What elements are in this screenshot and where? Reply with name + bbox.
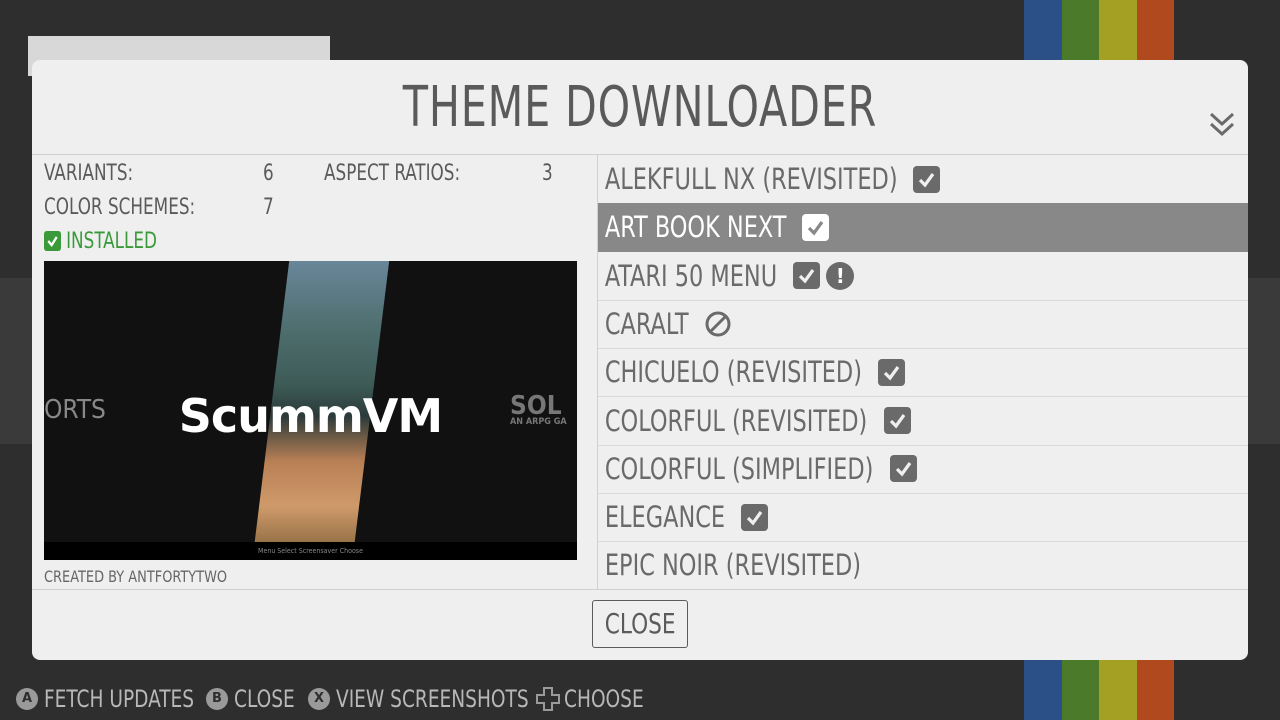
double-chevron-down-icon[interactable] xyxy=(1208,108,1236,140)
theme-name: ALEKFULL NX (REVISITED) xyxy=(604,162,898,196)
checkbox-checked-icon xyxy=(883,407,911,434)
theme-downloader-dialog: THEME DOWNLOADER VARIANTS: 6 ASPECT RATI… xyxy=(32,60,1248,660)
theme-status-icons xyxy=(704,310,732,338)
theme-list-item[interactable]: ART BOOK NEXT xyxy=(598,203,1248,253)
theme-list-item[interactable]: EPIC NOIR (REVISITED) xyxy=(598,541,1248,591)
checkbox-checked-icon xyxy=(741,503,769,531)
help-choose[interactable]: CHOOSE xyxy=(536,685,657,713)
theme-status-icons xyxy=(741,503,769,531)
variants-value: 6 xyxy=(263,161,274,186)
aspect-ratios-label: ASPECT RATIOS: xyxy=(324,161,461,186)
help-close[interactable]: B CLOSE xyxy=(206,685,296,713)
bottom-divider xyxy=(32,589,1248,590)
not-compatible-icon xyxy=(705,311,731,337)
theme-preview-image: ORTS SOL AN ARPG GA ScummVM Menu Select … xyxy=(44,261,577,560)
checkbox-checked-icon xyxy=(889,455,917,483)
theme-name: ATARI 50 MENU xyxy=(604,258,778,293)
help-label: FETCH UPDATES xyxy=(44,685,195,713)
theme-list[interactable]: ALEKFULL NX (REVISITED) ART BOOK NEXT ATAR… xyxy=(598,155,1248,591)
theme-name: ART BOOK NEXT xyxy=(604,210,787,245)
checkbox-checked-icon xyxy=(913,165,941,193)
theme-name: ELEGANCE xyxy=(604,500,726,535)
theme-name: CARALT xyxy=(604,306,689,341)
b-button-icon: B xyxy=(206,688,228,710)
help-label: CLOSE xyxy=(234,685,295,713)
theme-name: COLORFUL (SIMPLIFIED) xyxy=(604,451,874,486)
dpad-icon xyxy=(536,687,560,711)
theme-list-item[interactable]: ATARI 50 MENU! xyxy=(598,252,1248,301)
theme-list-item[interactable]: CARALT xyxy=(598,300,1248,349)
theme-details-panel: VARIANTS: 6 ASPECT RATIOS: 3 COLOR SCHEM… xyxy=(32,155,597,589)
theme-list-item[interactable]: ELEGANCE xyxy=(598,493,1248,543)
x-button-icon: X xyxy=(308,688,330,710)
checkbox-checked-icon xyxy=(793,262,821,290)
help-bar: A FETCH UPDATES B CLOSE X VIEW SCREENSHO… xyxy=(16,684,669,714)
theme-name: COLORFUL (REVISITED) xyxy=(604,403,868,438)
close-button[interactable]: CLOSE xyxy=(592,600,688,648)
installed-status: INSTALLED xyxy=(44,229,157,254)
aspect-ratios-value: 3 xyxy=(542,161,553,186)
theme-status-icons: ! xyxy=(793,261,855,290)
theme-list-item[interactable]: COLORFUL (REVISITED) xyxy=(598,397,1248,446)
color-schemes-value: 7 xyxy=(263,195,274,220)
checkbox-checked-icon xyxy=(802,213,829,241)
theme-status-icons xyxy=(889,455,917,483)
installed-status-label: INSTALLED xyxy=(66,229,157,254)
close-button-label: CLOSE xyxy=(604,607,676,640)
help-fetch-updates[interactable]: A FETCH UPDATES xyxy=(16,685,194,713)
checkbox-checked-icon xyxy=(44,231,61,251)
preview-system-logo: ScummVM xyxy=(178,389,443,443)
theme-name: CHICUELO (REVISITED) xyxy=(604,355,862,390)
theme-name: EPIC NOIR (REVISITED) xyxy=(604,548,862,583)
theme-author: CREATED BY ANTFORTYTWO xyxy=(44,567,228,586)
theme-list-item[interactable]: ALEKFULL NX (REVISITED) xyxy=(598,155,1248,204)
help-label: VIEW SCREENSHOTS xyxy=(336,685,529,713)
warning-icon: ! xyxy=(826,261,855,290)
theme-status-icons xyxy=(883,407,911,434)
theme-status-icons xyxy=(877,358,905,386)
help-label: CHOOSE xyxy=(564,685,644,713)
theme-list-item[interactable]: COLORFUL (SIMPLIFIED) xyxy=(598,445,1248,494)
a-button-icon: A xyxy=(16,688,38,710)
theme-status-icons xyxy=(802,213,829,241)
dialog-title: THEME DOWNLOADER xyxy=(402,75,878,140)
theme-list-item[interactable]: CHICUELO (REVISITED) xyxy=(598,348,1248,398)
variants-label: VARIANTS: xyxy=(44,161,134,186)
preview-help-bar: Menu Select Screensaver Choose xyxy=(44,542,577,560)
color-schemes-label: COLOR SCHEMES: xyxy=(44,195,196,220)
help-view-screenshots[interactable]: X VIEW SCREENSHOTS xyxy=(308,685,529,713)
checkbox-checked-icon xyxy=(877,358,905,386)
theme-status-icons xyxy=(913,165,941,193)
